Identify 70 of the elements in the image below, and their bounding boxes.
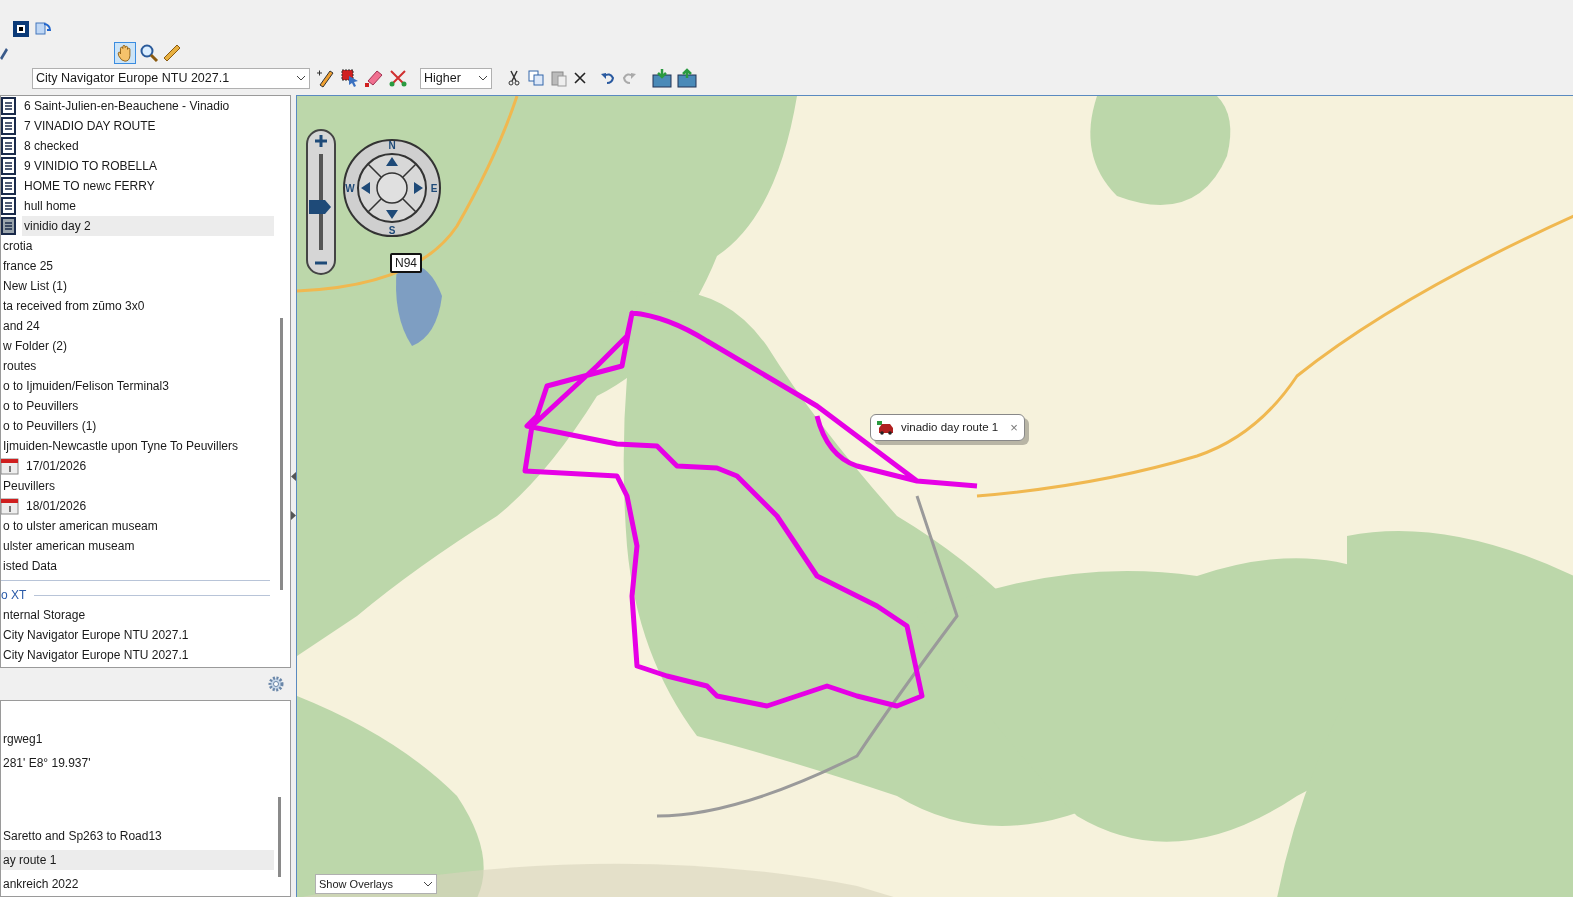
list-item[interactable]: o to ulster american museam	[1, 516, 158, 536]
list-item[interactable]: ay route 1	[1, 849, 274, 870]
group-header: o XT	[1, 587, 27, 604]
overlays-dropdown[interactable]: Show Overlays	[315, 874, 437, 894]
cut-icon[interactable]	[506, 70, 522, 86]
scrollbar[interactable]	[278, 797, 281, 877]
expand-arrow-icon[interactable]	[291, 511, 296, 520]
undo-icon[interactable]	[600, 70, 616, 86]
list-item[interactable]: vinidio day 2	[22, 216, 274, 236]
car-icon	[877, 420, 895, 435]
list-item[interactable]: crotia	[1, 236, 33, 256]
list-item[interactable]: rgweg1	[1, 729, 43, 750]
list-item[interactable]: New List (1)	[1, 276, 67, 296]
hand-icon[interactable]	[114, 42, 136, 64]
document-icon	[1, 217, 17, 235]
scrollbar[interactable]	[280, 318, 283, 590]
list-item[interactable]: and 24	[1, 316, 40, 336]
list-item[interactable]: 6 Saint-Julien-en-Beauchene - Vinadio	[22, 96, 230, 116]
list-item[interactable]: isted Data	[1, 556, 58, 576]
list-item[interactable]: 281' E8° 19.937'	[1, 753, 91, 774]
compass-pad[interactable]: N E S W	[342, 138, 442, 238]
list-item[interactable]: HOME TO newc FERRY	[22, 176, 155, 196]
send-icon[interactable]	[677, 68, 697, 88]
fit-map-icon[interactable]	[12, 20, 30, 38]
list-item[interactable]: 9 VINIDIO TO ROBELLA	[22, 156, 157, 176]
chevron-down-icon	[423, 881, 433, 887]
calendar-icon	[1, 457, 19, 475]
callout-text: vinadio day route 1	[901, 419, 999, 435]
list-item[interactable]: ulster american museam	[1, 536, 135, 556]
close-icon[interactable]	[573, 71, 587, 85]
list-item[interactable]: 18/01/2026	[24, 496, 87, 516]
list-item[interactable]: hull home	[22, 196, 77, 216]
receive-icon[interactable]	[652, 68, 672, 88]
chevron-down-icon	[296, 75, 306, 81]
list-item[interactable]: o to Peuvillers	[1, 396, 79, 416]
eraser-icon[interactable]	[364, 68, 384, 88]
plus-icon[interactable]	[314, 134, 328, 148]
copy-icon[interactable]	[527, 69, 545, 87]
list-item[interactable]: Peuvillers	[1, 476, 56, 496]
list-item[interactable]: ta received from zūmo 3x0	[1, 296, 145, 316]
search-icon[interactable]	[139, 43, 159, 63]
pencil-icon[interactable]	[316, 68, 336, 88]
map-product-dropdown[interactable]: City Navigator Europe NTU 2027.1	[32, 67, 310, 89]
list-item[interactable]: o to Ijmuiden/Felison Terminal3	[1, 376, 169, 396]
list-item[interactable]: nternal Storage	[1, 605, 86, 625]
list-item[interactable]: routes	[1, 356, 37, 376]
collapse-arrow-icon[interactable]	[291, 472, 296, 481]
chevron-down-icon	[478, 75, 488, 81]
road-shield: N94	[390, 253, 422, 273]
list-item[interactable]: w Folder (2)	[1, 336, 67, 356]
list-item[interactable]: 17/01/2026	[24, 456, 87, 476]
list-item[interactable]: Saretto and Sp263 to Road13	[1, 825, 162, 846]
list-item[interactable]: Ijmuiden-Newcastle upon Tyne To Peuvillers	[1, 436, 238, 456]
scissors-icon[interactable]	[388, 68, 408, 88]
list-item[interactable]: City Navigator Europe NTU 2027.1	[1, 625, 189, 645]
close-button[interactable]: ×	[1010, 417, 1018, 438]
list-item[interactable]: 7 VINADIO DAY ROUTE	[22, 116, 156, 136]
list-item[interactable]: france 25	[1, 256, 54, 276]
list-item[interactable]: o to Peuvillers (1)	[1, 416, 97, 436]
slider-thumb[interactable]	[309, 199, 331, 214]
zoom-slider[interactable]	[306, 129, 336, 275]
ruler-icon[interactable]	[162, 43, 182, 63]
calendar-icon	[1, 497, 19, 515]
settings-icon[interactable]	[267, 675, 285, 693]
detail-dropdown[interactable]: Higher	[420, 67, 492, 89]
sync-icon[interactable]	[34, 20, 52, 38]
select-arrow-icon[interactable]	[340, 68, 360, 88]
list-item[interactable]: 8 checked	[22, 136, 79, 156]
list-item[interactable]: City Navigator Europe NTU 2027.1	[1, 645, 189, 665]
list-item[interactable]: ankreich 2022	[1, 873, 79, 894]
